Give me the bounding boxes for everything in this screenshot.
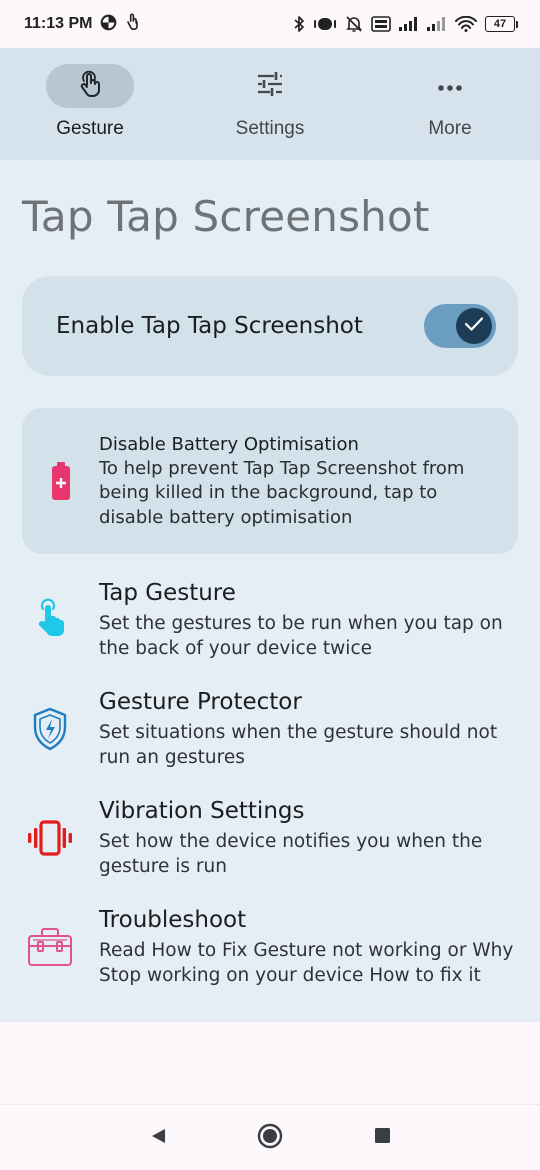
- page-title: Tap Tap Screenshot: [22, 192, 430, 241]
- main-content: Tap Tap Screenshot Enable Tap Tap Screen…: [0, 160, 540, 1022]
- battery-title: Disable Battery Optimisation: [99, 433, 359, 455]
- tap-gesture-title: Tap Gesture: [99, 580, 236, 606]
- mute-icon: [345, 15, 363, 33]
- nav-tab-more[interactable]: More: [360, 48, 540, 160]
- troubleshoot-text: Troubleshoot Read How to Fix Gesture not…: [99, 905, 540, 988]
- list-item-troubleshoot[interactable]: Troubleshoot Read How to Fix Gesture not…: [0, 905, 540, 988]
- list-item-gesture-protector[interactable]: Gesture Protector Set situations when th…: [0, 687, 540, 770]
- gesture-protector-description: Set situations when the gesture should n…: [99, 722, 498, 768]
- signal-icon: [427, 17, 447, 31]
- troubleshoot-title: Troubleshoot: [99, 907, 247, 933]
- status-right: 47: [293, 15, 518, 33]
- status-left: 11:13 PM: [24, 13, 140, 35]
- enable-toggle[interactable]: [424, 304, 496, 348]
- battery-icon: 47: [485, 16, 518, 32]
- data-saver-icon: [100, 14, 117, 35]
- touch-gesture-icon: [76, 69, 104, 103]
- nav-label-gesture: Gesture: [56, 118, 124, 139]
- system-navigation-bar: [0, 1104, 540, 1170]
- top-navigation: Gesture Settings More: [0, 48, 540, 160]
- battery-description: To help prevent Tap Tap Screenshot from …: [99, 457, 465, 528]
- nav-label-settings: Settings: [235, 118, 305, 139]
- tap-finger-icon: [0, 578, 99, 638]
- back-icon: [149, 1127, 167, 1149]
- toolbox-icon: [0, 905, 99, 967]
- home-icon: [257, 1123, 283, 1153]
- list-item-vibration-settings[interactable]: Vibration Settings Set how the device no…: [0, 796, 540, 879]
- battery-plus-icon: [22, 461, 99, 501]
- recents-button[interactable]: [326, 1127, 438, 1148]
- status-time: 11:13 PM: [24, 15, 93, 32]
- battery-text: Disable Battery Optimisation To help pre…: [99, 432, 518, 531]
- more-horiz-icon: [437, 77, 463, 96]
- nav-tab-gesture[interactable]: Gesture: [0, 48, 180, 160]
- tune-icon: [256, 71, 284, 101]
- battery-optimisation-card[interactable]: Disable Battery Optimisation To help pre…: [22, 408, 518, 554]
- gesture-protector-title: Gesture Protector: [99, 689, 302, 715]
- nav-indicator: [46, 64, 134, 108]
- signal-icon: [399, 17, 419, 31]
- list-item-tap-gesture[interactable]: Tap Gesture Set the gestures to be run w…: [0, 578, 540, 661]
- status-bar: 11:13 PM 47: [0, 0, 540, 48]
- toggle-thumb: [456, 308, 492, 344]
- vibration-settings-text: Vibration Settings Set how the device no…: [99, 796, 540, 879]
- vibration-settings-title: Vibration Settings: [99, 798, 305, 824]
- tap-gesture-description: Set the gestures to be run when you tap …: [99, 613, 503, 659]
- battery-level: 47: [485, 16, 515, 32]
- bluetooth-icon: [293, 15, 305, 33]
- recents-icon: [374, 1127, 391, 1148]
- shield-bolt-icon: [0, 687, 99, 751]
- troubleshoot-description: Read How to Fix Gesture not working or W…: [99, 940, 514, 986]
- nav-indicator: [226, 64, 314, 108]
- vibration-icon: [0, 796, 99, 856]
- enable-card[interactable]: Enable Tap Tap Screenshot: [22, 276, 518, 376]
- gesture-protector-text: Gesture Protector Set situations when th…: [99, 687, 540, 770]
- tap-gesture-text: Tap Gesture Set the gestures to be run w…: [99, 578, 540, 661]
- hand-gesture-icon: [125, 13, 140, 35]
- check-icon: [464, 316, 484, 336]
- vibration-settings-description: Set how the device notifies you when the…: [99, 831, 483, 877]
- nav-indicator: [406, 64, 494, 108]
- home-button[interactable]: [214, 1123, 326, 1153]
- enable-label: Enable Tap Tap Screenshot: [56, 313, 363, 339]
- vibrate-icon: [313, 16, 337, 32]
- nav-tab-settings[interactable]: Settings: [180, 48, 360, 160]
- nav-label-more: More: [428, 118, 472, 139]
- back-button[interactable]: [102, 1127, 214, 1149]
- wifi-icon: [455, 16, 477, 32]
- volte-icon: [371, 16, 391, 32]
